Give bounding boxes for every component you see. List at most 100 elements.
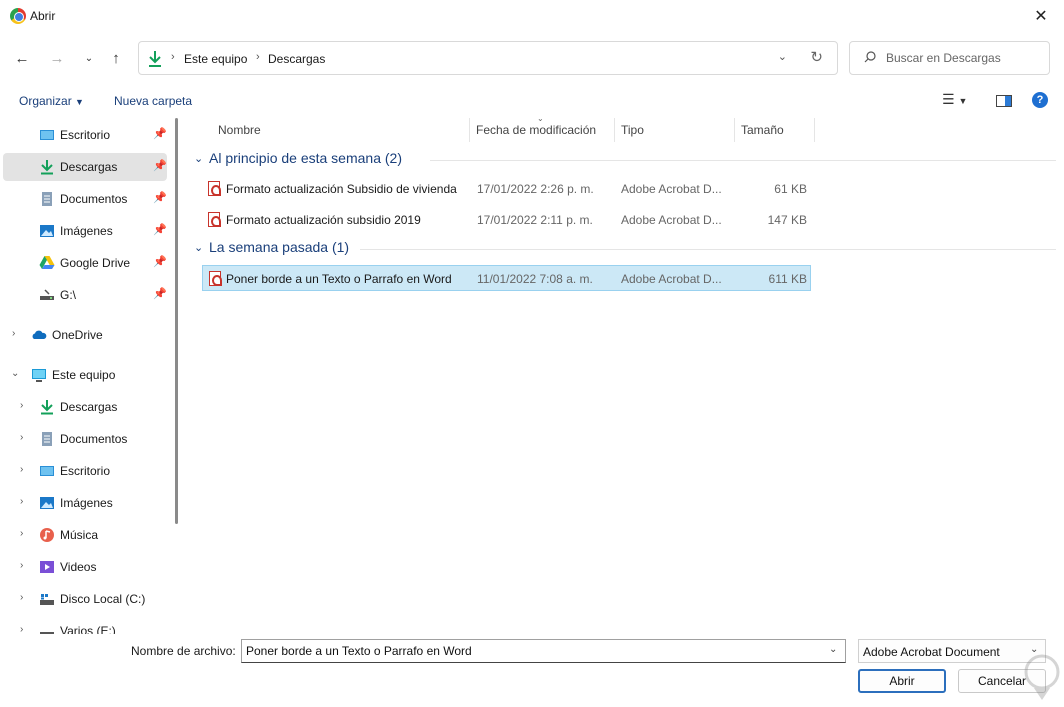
chevron-right-icon[interactable]: › bbox=[20, 528, 23, 539]
open-button[interactable]: Abrir bbox=[858, 669, 946, 693]
arrow-up-icon: ↑ bbox=[112, 49, 120, 67]
chevron-down-icon[interactable]: ⌄ bbox=[829, 644, 837, 655]
chevron-down-icon[interactable]: ⌄ bbox=[194, 241, 203, 254]
sidebar-item-g-drive[interactable]: G:\ 📌 bbox=[3, 281, 167, 309]
filename-input[interactable] bbox=[241, 639, 846, 663]
chevron-down-icon[interactable]: ⌄ bbox=[194, 152, 203, 165]
sidebar-item-escritorio[interactable]: Escritorio 📌 bbox=[3, 121, 167, 149]
search-icon bbox=[864, 51, 876, 63]
breadcrumb-descargas[interactable]: Descargas bbox=[268, 52, 325, 66]
navigation-bar: ← → ⌄ ↑ › Este equipo › Descargas ⌄ ↻ bbox=[0, 40, 1064, 76]
group-header-last-week[interactable]: ⌄ La semana pasada (1) bbox=[194, 239, 1056, 261]
chevron-right-icon[interactable]: › bbox=[20, 624, 23, 634]
forward-button[interactable]: → bbox=[46, 48, 68, 68]
image-icon bbox=[40, 497, 54, 509]
refresh-icon[interactable]: ↻ bbox=[810, 48, 823, 66]
computer-icon bbox=[32, 369, 46, 382]
help-icon[interactable]: ? bbox=[1032, 92, 1048, 108]
column-header-type[interactable]: Tipo bbox=[615, 118, 735, 142]
window-title: Abrir bbox=[30, 9, 56, 23]
drive-icon bbox=[40, 289, 54, 300]
navigation-pane[interactable]: Escritorio 📌 Descargas 📌 Documentos 📌 Im… bbox=[0, 118, 178, 634]
pin-icon[interactable]: 📌 bbox=[153, 223, 167, 236]
group-header-this-week[interactable]: ⌄ Al principio de esta semana (2) bbox=[194, 150, 1056, 172]
caret-down-icon: ▼ bbox=[75, 97, 84, 107]
pdf-icon bbox=[209, 271, 222, 286]
new-folder-button[interactable]: Nueva carpeta bbox=[114, 94, 192, 108]
recent-locations-button[interactable]: ⌄ bbox=[78, 48, 100, 68]
chevron-right-icon[interactable]: › bbox=[20, 560, 23, 571]
dialog-footer: Nombre de archivo: ⌄ Adobe Acrobat Docum… bbox=[0, 634, 1064, 707]
document-icon bbox=[42, 432, 52, 446]
chevron-right-icon[interactable]: › bbox=[20, 432, 23, 443]
sidebar-item-pc-musica[interactable]: › Música bbox=[3, 521, 167, 549]
view-options-button[interactable]: ☰ ▼ bbox=[942, 91, 967, 108]
sidebar-item-pc-disco-c[interactable]: › Disco Local (C:) bbox=[3, 585, 167, 613]
breadcrumb-este-equipo[interactable]: Este equipo bbox=[184, 52, 247, 66]
file-row[interactable]: Formato actualización Subsidio de vivien… bbox=[202, 176, 811, 202]
chevron-down-icon: ⌄ bbox=[84, 52, 94, 64]
download-icon bbox=[41, 160, 53, 175]
title-bar: Abrir ✕ bbox=[0, 0, 1064, 32]
sidebar-item-google-drive[interactable]: Google Drive 📌 bbox=[3, 249, 167, 277]
desktop-icon bbox=[40, 130, 54, 140]
arrow-left-icon: ← bbox=[14, 49, 30, 67]
music-icon bbox=[40, 528, 54, 542]
sidebar-item-documentos[interactable]: Documentos 📌 bbox=[3, 185, 167, 213]
sidebar-item-pc-imagenes[interactable]: › Imágenes bbox=[3, 489, 167, 517]
disk-icon bbox=[40, 632, 54, 634]
sidebar-item-pc-escritorio[interactable]: › Escritorio bbox=[3, 457, 167, 485]
close-button[interactable]: ✕ bbox=[1018, 0, 1064, 32]
sidebar-item-pc-descargas[interactable]: › Descargas bbox=[3, 393, 167, 421]
column-header-size[interactable]: Tamaño bbox=[735, 118, 815, 142]
sidebar-item-pc-varios-e[interactable]: › Varios (E:) bbox=[3, 617, 167, 634]
breadcrumb-separator-icon: › bbox=[171, 51, 175, 63]
column-header-name[interactable]: Nombre bbox=[212, 118, 470, 142]
download-icon bbox=[41, 400, 53, 415]
search-box[interactable] bbox=[849, 41, 1050, 75]
chevron-right-icon[interactable]: › bbox=[20, 592, 23, 603]
file-list[interactable]: ⌄ Nombre Fecha de modificación Tipo Tama… bbox=[180, 114, 1064, 634]
command-bar: Organizar ▼ Nueva carpeta ☰ ▼ ? bbox=[0, 88, 1064, 116]
video-icon bbox=[40, 561, 54, 573]
search-input[interactable] bbox=[886, 42, 1046, 74]
chevron-down-icon[interactable]: ⌄ bbox=[11, 368, 19, 379]
sidebar-item-onedrive[interactable]: › OneDrive bbox=[3, 321, 167, 349]
chevron-right-icon[interactable]: › bbox=[20, 400, 23, 411]
up-button[interactable]: ↑ bbox=[105, 48, 127, 68]
sidebar-scrollbar[interactable] bbox=[175, 118, 178, 524]
group-divider bbox=[430, 160, 1056, 161]
filetype-select[interactable]: Adobe Acrobat Document bbox=[858, 639, 1046, 663]
address-bar[interactable]: › Este equipo › Descargas ⌄ ↻ bbox=[138, 41, 838, 75]
chevron-right-icon[interactable]: › bbox=[12, 328, 15, 339]
cloud-icon bbox=[32, 330, 47, 339]
pin-icon[interactable]: 📌 bbox=[153, 159, 167, 172]
sidebar-item-pc-documentos[interactable]: › Documentos bbox=[3, 425, 167, 453]
group-divider bbox=[360, 249, 1056, 250]
back-button[interactable]: ← bbox=[11, 48, 33, 68]
sidebar-item-este-equipo[interactable]: ⌄ Este equipo bbox=[3, 361, 167, 389]
desktop-icon bbox=[40, 466, 54, 476]
address-history-dropdown[interactable]: ⌄ bbox=[778, 50, 787, 63]
sidebar-item-imagenes[interactable]: Imágenes 📌 bbox=[3, 217, 167, 245]
filename-label: Nombre de archivo: bbox=[131, 644, 236, 658]
pin-icon[interactable]: 📌 bbox=[153, 127, 167, 140]
pin-icon[interactable]: 📌 bbox=[153, 255, 167, 268]
pin-icon[interactable]: 📌 bbox=[153, 191, 167, 204]
image-icon bbox=[40, 225, 54, 237]
google-drive-icon bbox=[39, 256, 55, 269]
caret-down-icon: ▼ bbox=[958, 96, 968, 106]
file-row[interactable]: Poner borde a un Texto o Parrafo en Word… bbox=[202, 265, 811, 291]
file-row[interactable]: Formato actualización subsidio 2019 17/0… bbox=[202, 207, 811, 233]
pin-icon[interactable]: 📌 bbox=[153, 287, 167, 300]
sidebar-item-descargas[interactable]: Descargas 📌 bbox=[3, 153, 167, 181]
organize-menu[interactable]: Organizar ▼ bbox=[19, 94, 84, 108]
pdf-icon bbox=[208, 212, 221, 227]
download-icon bbox=[149, 51, 161, 67]
sidebar-item-pc-videos[interactable]: › Videos bbox=[3, 553, 167, 581]
column-header-date[interactable]: Fecha de modificación bbox=[470, 118, 615, 142]
chevron-right-icon[interactable]: › bbox=[20, 496, 23, 507]
chevron-right-icon[interactable]: › bbox=[20, 464, 23, 475]
list-view-icon: ☰ bbox=[942, 91, 955, 107]
preview-pane-icon[interactable] bbox=[996, 95, 1012, 107]
